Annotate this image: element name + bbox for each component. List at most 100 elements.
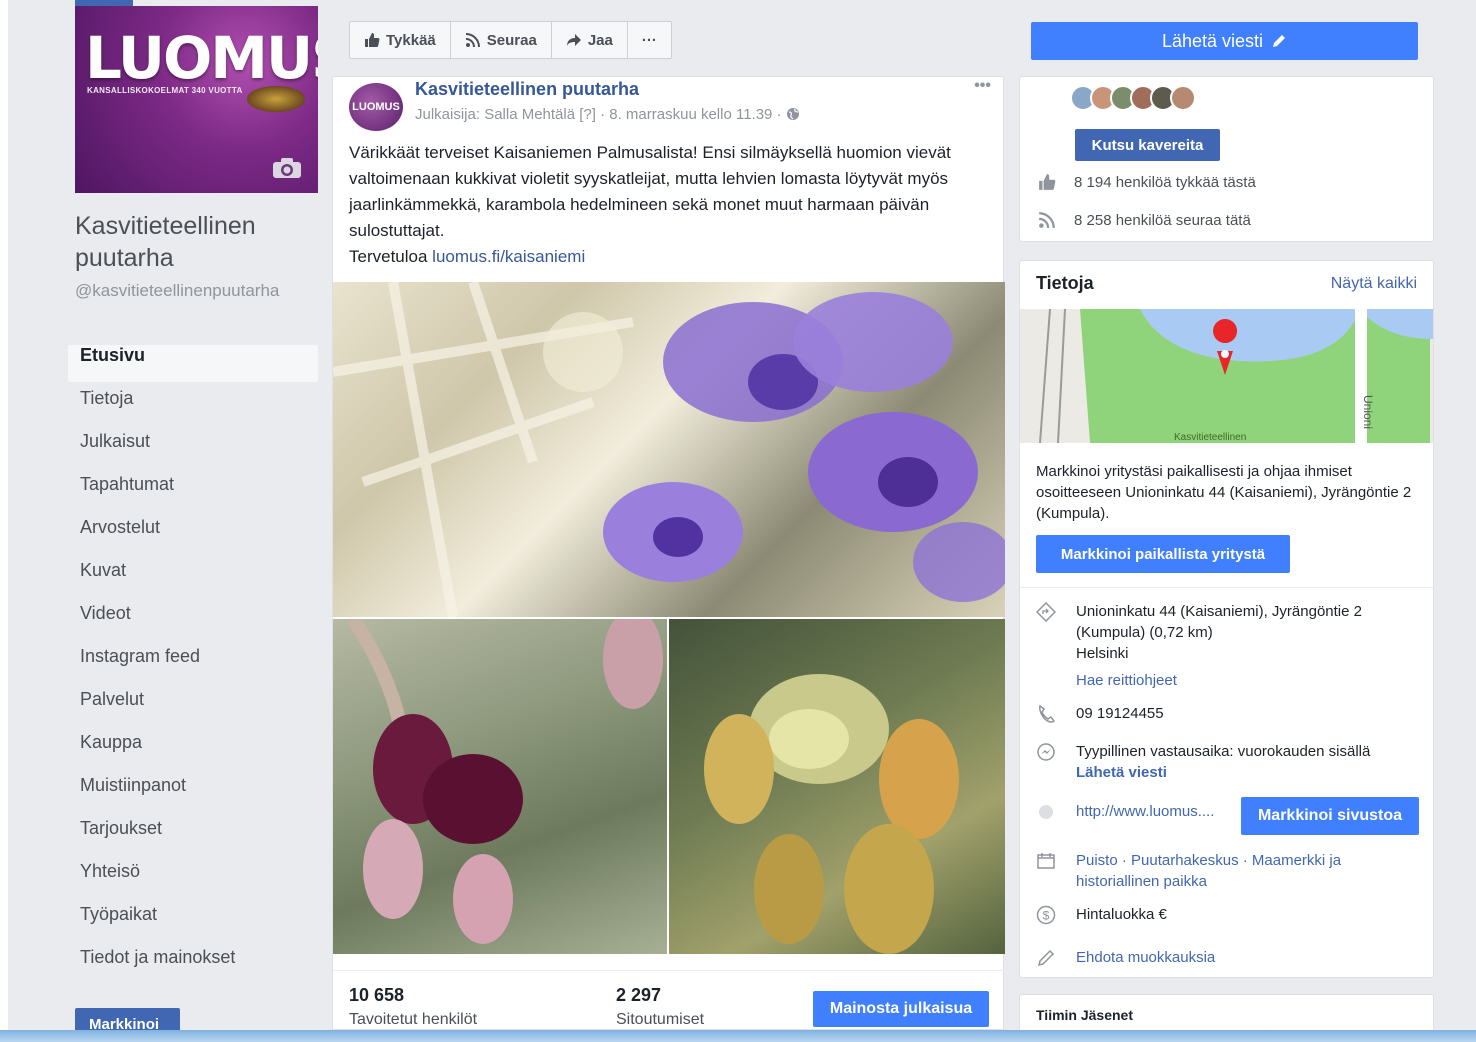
- divider: [1020, 587, 1433, 588]
- local-ad-text: Markkinoi yritystäsi paikallisesti ja oh…: [1036, 463, 1412, 522]
- website-link[interactable]: http://www.luomus....: [1076, 801, 1214, 828]
- response-row: Tyypillinen vastausaika: vuorokauden sis…: [1036, 741, 1421, 783]
- share-button[interactable]: Jaa: [552, 22, 628, 58]
- post-meta: Julkaisija: Salla Mehtälä [?] · 8. marra…: [415, 106, 800, 123]
- map-illustration: Kasvitieteellinen Unioni: [1020, 309, 1433, 443]
- share-arrow-icon: [566, 34, 581, 46]
- phone-icon: [1039, 704, 1055, 723]
- orchid-closeup-illustration: [347, 619, 663, 944]
- about-card: Tietoja Näytä kaikki Kasvitieteellinen U…: [1019, 260, 1434, 978]
- page-action-bar: Tykkää Seuraa Jaa ···: [349, 21, 672, 59]
- response-time: Tyypillinen vastausaika: vuorokauden sis…: [1076, 743, 1371, 760]
- community-card: Kutsu kavereita 8 194 henkilöä tykkää tä…: [1019, 76, 1434, 242]
- post-options-button[interactable]: •••: [974, 77, 991, 95]
- follows-row: 8 258 henkilöä seuraa tätä: [1038, 211, 1251, 229]
- cover-logo: LUOMUS: [85, 24, 318, 92]
- page-title: Kasvitieteellinen puutarha: [75, 212, 256, 272]
- rss-icon: [465, 33, 480, 48]
- promote-website-button[interactable]: Markkinoi sivustoa: [1241, 797, 1419, 835]
- suggest-edits-link[interactable]: Ehdota muokkauksia: [1076, 947, 1215, 974]
- photo-jaarlinkammekka[interactable]: [333, 619, 667, 954]
- post-body: Värikkäät terveiset Kaisaniemen Palmusal…: [349, 140, 989, 270]
- team-title: Tiimin Jäsenet: [1036, 1007, 1134, 1023]
- messenger-icon: [1037, 743, 1055, 761]
- svg-text:$: $: [1043, 909, 1050, 923]
- see-all-link[interactable]: Näytä kaikki: [1331, 275, 1417, 293]
- friend-avatars[interactable]: [1070, 85, 1196, 111]
- send-message-button[interactable]: Lähetä viesti: [1031, 22, 1418, 60]
- nav-item-julkaisut[interactable]: Julkaisut: [68, 431, 318, 474]
- follows-count: 8 258 henkilöä seuraa tätä: [1074, 211, 1251, 229]
- suggest-row: Ehdota muokkauksia: [1036, 947, 1421, 974]
- nav-item-videot[interactable]: Videot: [68, 603, 318, 646]
- nav-item-tapahtumat[interactable]: Tapahtumat: [68, 474, 318, 517]
- post-author[interactable]: Kasvitieteellinen puutarha: [415, 79, 639, 100]
- nav-item-tiedot-ja-mainokset[interactable]: Tiedot ja mainokset: [68, 947, 318, 990]
- response-block: Tyypillinen vastausaika: vuorokauden sis…: [1076, 741, 1370, 783]
- photo-karambola[interactable]: [669, 619, 1005, 954]
- post-meta-text: Julkaisija: Salla Mehtälä [?] · 8. marra…: [415, 106, 782, 123]
- nav-item-muistiinpanot[interactable]: Muistiinpanot: [68, 775, 318, 818]
- globe-icon: [1039, 805, 1053, 819]
- reach-label: Tavoitetut henkilöt: [349, 1011, 478, 1028]
- location-map[interactable]: Kasvitieteellinen Unioni: [1020, 309, 1433, 443]
- globe-icon: [786, 108, 799, 120]
- nav-item-kauppa[interactable]: Kauppa: [68, 732, 318, 775]
- nav-item-yhteiso[interactable]: Yhteisö: [68, 861, 318, 904]
- nav-item-palvelut[interactable]: Palvelut: [68, 689, 318, 732]
- camera-icon[interactable]: [272, 157, 302, 179]
- nav-item-instagram-feed[interactable]: Instagram feed: [68, 646, 318, 689]
- profile-picture[interactable]: LUOMUS KANSALLISKOKOELMAT 340 VUOTTA: [75, 6, 318, 193]
- engagement-label: Sitoutumiset: [616, 1011, 705, 1028]
- promote-button[interactable]: Markkinoi: [75, 1008, 180, 1032]
- address-row: Unioninkatu 44 (Kaisaniemi), Jyrängöntie…: [1035, 601, 1421, 691]
- nav-item-etusivu[interactable]: Etusivu: [68, 345, 318, 382]
- pencil-icon: [1273, 35, 1286, 47]
- page-nav: Etusivu Tietoja Julkaisut Tapahtumat Arv…: [68, 345, 318, 990]
- pencil-icon: [1037, 949, 1055, 967]
- post-message: Värikkäät terveiset Kaisaniemen Palmusal…: [349, 143, 951, 240]
- likes-count: 8 194 henkilöä tykkää tästä: [1074, 173, 1256, 191]
- post-card: LUOMUS Kasvitieteellinen puutarha Julkai…: [332, 76, 1005, 1030]
- page-username[interactable]: @kasvitieteellinenpuutarha: [75, 280, 315, 302]
- share-label: Jaa: [587, 31, 613, 49]
- category-row: Puisto · Puutarhakeskus · Maamerkki ja h…: [1036, 850, 1421, 892]
- post-insights: 10 658 Tavoitetut henkilöt 2 297 Sitoutu…: [333, 970, 1005, 1030]
- post-avatar[interactable]: LUOMUS: [349, 83, 403, 131]
- post-welcome: Tervetuloa: [349, 247, 428, 266]
- address-text: Unioninkatu 44 (Kaisaniemi), Jyrängöntie…: [1076, 603, 1362, 641]
- orchid-illustration: [333, 282, 1005, 617]
- direction-icon: [1035, 601, 1057, 623]
- likes-row: 8 194 henkilöä tykkää tästä: [1038, 173, 1256, 191]
- nav-item-kuvat[interactable]: Kuvat: [68, 560, 318, 603]
- nav-item-arvostelut[interactable]: Arvostelut: [68, 517, 318, 560]
- reach-value: 10 658: [349, 985, 405, 1005]
- more-button[interactable]: ···: [628, 22, 671, 58]
- invite-friends-button[interactable]: Kutsu kavereita: [1075, 129, 1220, 161]
- price-icon: $: [1036, 905, 1056, 925]
- send-message-label: Lähetä viesti: [1161, 30, 1264, 51]
- nav-item-tarjoukset[interactable]: Tarjoukset: [68, 818, 318, 861]
- boost-post-button[interactable]: Mainosta julkaisua: [813, 991, 989, 1027]
- phone-row: 09 19124455: [1036, 703, 1421, 730]
- thumbs-up-icon: [365, 33, 380, 47]
- like-button[interactable]: Tykkää: [350, 22, 451, 58]
- promote-local-button[interactable]: Markkinoi paikallista yritystä: [1036, 535, 1290, 573]
- photo-orchids[interactable]: [333, 282, 1005, 617]
- post-link[interactable]: luomus.fi/kaisaniemi: [432, 247, 585, 266]
- follow-label: Seuraa: [486, 31, 537, 49]
- phone-number[interactable]: 09 19124455: [1076, 703, 1164, 730]
- category-links[interactable]: Puisto · Puutarhakeskus · Maamerkki ja h…: [1076, 850, 1421, 892]
- follow-button[interactable]: Seuraa: [451, 22, 552, 58]
- directions-link[interactable]: Hae reittiohjeet: [1076, 670, 1421, 691]
- address-block: Unioninkatu 44 (Kaisaniemi), Jyrängöntie…: [1076, 601, 1421, 691]
- taskbar-edge: [0, 1030, 1476, 1042]
- like-label: Tykkää: [386, 31, 436, 49]
- nav-item-tietoja[interactable]: Tietoja: [68, 388, 318, 431]
- city-text: Helsinki: [1076, 645, 1129, 662]
- nav-item-tyopaikat[interactable]: Työpaikat: [68, 904, 318, 947]
- map-park-label: Kasvitieteellinen: [1174, 432, 1246, 443]
- moth-illustration: [247, 86, 305, 112]
- send-message-link[interactable]: Lähetä viesti: [1076, 762, 1370, 783]
- avatar: [1170, 85, 1196, 111]
